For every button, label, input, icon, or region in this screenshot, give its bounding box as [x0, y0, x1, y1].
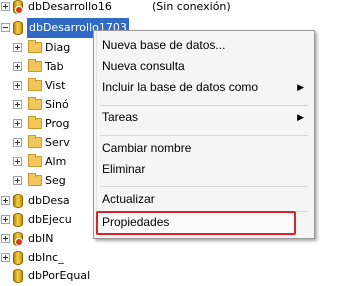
- expand-toggle[interactable]: [1, 196, 10, 205]
- expand-toggle[interactable]: [13, 62, 22, 71]
- database-label[interactable]: dbPorEqual: [28, 266, 90, 286]
- submenu-arrow-icon: ▶: [297, 82, 304, 92]
- menu-item-script-database-as[interactable]: Incluir la base de datos como ▶: [96, 77, 312, 98]
- database-offline-icon: [13, 232, 23, 246]
- context-menu: Nueva base de datos... Nueva consulta In…: [93, 30, 315, 239]
- menu-item-delete[interactable]: Eliminar: [96, 159, 312, 180]
- menu-item-label: Nueva consulta: [102, 59, 185, 73]
- folder-label[interactable]: Sinó: [45, 95, 69, 115]
- expand-toggle[interactable]: [13, 81, 22, 90]
- collapse-toggle[interactable]: [1, 23, 10, 32]
- menu-separator: [100, 186, 308, 187]
- expand-toggle[interactable]: [1, 215, 10, 224]
- menu-item-refresh[interactable]: Actualizar: [96, 189, 312, 210]
- database-icon: [13, 21, 23, 35]
- folder-icon: [28, 154, 42, 167]
- menu-item-label: Cambiar nombre: [102, 141, 192, 155]
- connection-status: (Sin conexión): [152, 0, 231, 13]
- expand-toggle[interactable]: [1, 2, 10, 11]
- folder-icon: [28, 135, 42, 148]
- expand-toggle[interactable]: [13, 119, 22, 128]
- database-offline-icon: [13, 0, 23, 14]
- folder-icon: [28, 116, 42, 129]
- database-icon: [13, 213, 23, 227]
- folder-label[interactable]: Alm: [45, 152, 66, 172]
- database-label[interactable]: dbInc_: [28, 248, 64, 268]
- folder-icon: [28, 40, 42, 53]
- folder-label[interactable]: Tab: [45, 57, 64, 77]
- menu-item-label: Nueva base de datos...: [102, 38, 226, 52]
- database-label[interactable]: dbDesa: [28, 191, 70, 211]
- folder-icon: [28, 59, 42, 72]
- database-label[interactable]: dbEjecu: [28, 210, 72, 230]
- folder-icon: [28, 97, 42, 110]
- menu-item-label: Incluir la base de datos como: [102, 80, 259, 94]
- database-label[interactable]: dbIN: [28, 229, 53, 249]
- folder-icon: [28, 173, 42, 186]
- folder-label[interactable]: Vist: [45, 76, 65, 96]
- database-icon: [13, 269, 23, 283]
- menu-separator: [100, 135, 308, 136]
- submenu-arrow-icon: ▶: [297, 112, 304, 122]
- menu-item-label: Propiedades: [102, 215, 170, 229]
- expand-toggle[interactable]: [13, 176, 22, 185]
- expand-toggle[interactable]: [1, 253, 10, 262]
- menu-item-label: Actualizar: [102, 192, 155, 206]
- expand-toggle[interactable]: [13, 138, 22, 147]
- folder-icon: [28, 78, 42, 91]
- expand-toggle[interactable]: [1, 234, 10, 243]
- expand-toggle[interactable]: [13, 100, 22, 109]
- menu-item-label: Tareas: [102, 110, 139, 124]
- expand-toggle[interactable]: [13, 157, 22, 166]
- menu-separator: [100, 105, 308, 106]
- menu-item-properties[interactable]: Propiedades: [96, 212, 312, 233]
- menu-item-label: Eliminar: [102, 162, 146, 176]
- database-label[interactable]: dbDesarrollo16: [28, 0, 112, 17]
- menu-item-new-query[interactable]: Nueva consulta: [96, 56, 312, 77]
- menu-item-new-database[interactable]: Nueva base de datos...: [96, 35, 312, 56]
- menu-item-rename[interactable]: Cambiar nombre: [96, 138, 312, 159]
- folder-label[interactable]: Diag: [45, 38, 70, 58]
- menu-item-tasks[interactable]: Tareas ▶: [96, 107, 312, 128]
- database-icon: [13, 194, 23, 208]
- expand-toggle[interactable]: [13, 43, 22, 52]
- folder-label[interactable]: Serv: [45, 133, 70, 153]
- database-icon: [13, 251, 23, 265]
- folder-label[interactable]: Seg: [45, 171, 66, 191]
- folder-label[interactable]: Prog: [45, 114, 69, 134]
